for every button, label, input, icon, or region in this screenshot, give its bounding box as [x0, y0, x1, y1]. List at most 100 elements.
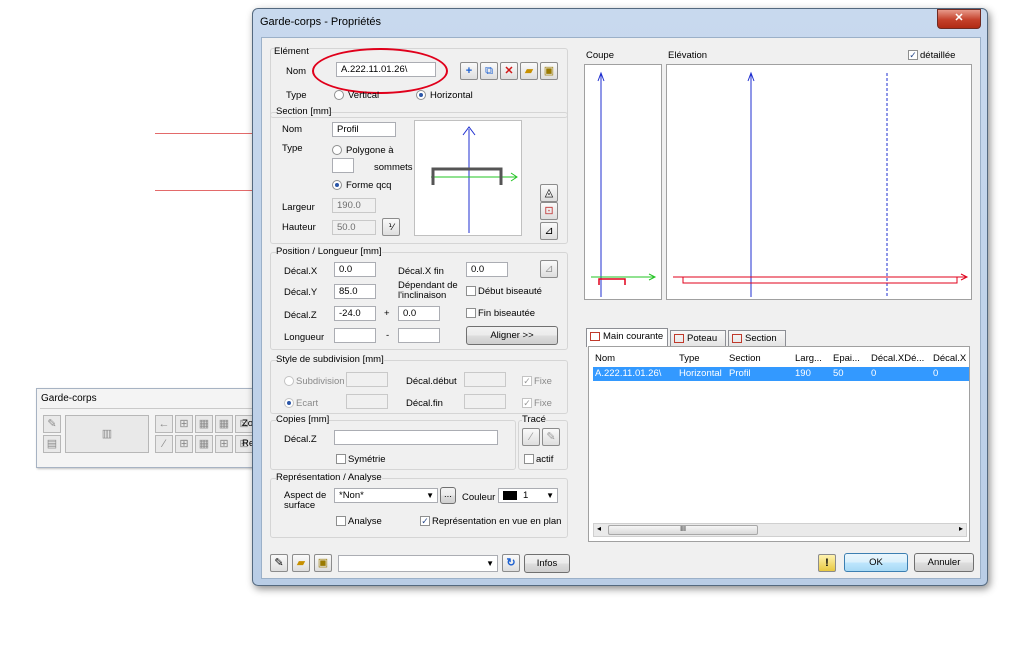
- forme-radio[interactable]: [332, 180, 342, 190]
- favorites-select[interactable]: ▼: [338, 555, 498, 572]
- infos-button[interactable]: Infos: [524, 554, 570, 573]
- copy-icon[interactable]: ⧉: [480, 62, 498, 80]
- railing-icon-6[interactable]: ⁄: [155, 435, 173, 453]
- tab-section[interactable]: Section: [728, 330, 786, 347]
- detaillee-checkbox[interactable]: ✓: [908, 50, 918, 60]
- railing-icon-9[interactable]: ⊞: [215, 435, 233, 453]
- type-vertical-radio[interactable]: [334, 90, 344, 100]
- scroll-left-icon[interactable]: ◂: [597, 524, 601, 533]
- table-row[interactable]: A.222.11.01.26\ Horizontal Profil 190 50…: [593, 367, 969, 381]
- pipette-icon[interactable]: ✎: [43, 415, 61, 433]
- fixe-fin-checkbox[interactable]: ✓: [522, 398, 532, 408]
- subdivision-input[interactable]: [346, 372, 388, 387]
- plan-label: Représentation en vue en plan: [432, 516, 562, 527]
- ok-button[interactable]: OK: [844, 553, 908, 572]
- open-folder-icon[interactable]: ▰: [520, 62, 538, 80]
- section-preview: [414, 120, 522, 236]
- decal-fin-input[interactable]: [464, 394, 506, 409]
- polygon-radio[interactable]: [332, 145, 342, 155]
- decal-z-extra-input[interactable]: 0.0: [398, 306, 440, 321]
- column-header-nom[interactable]: Nom: [595, 353, 615, 364]
- longueur-input[interactable]: [334, 328, 376, 343]
- add-icon[interactable]: +: [460, 62, 478, 80]
- open-folder-icon[interactable]: ▰: [292, 554, 310, 572]
- highlight-circle: [312, 48, 448, 94]
- position-tool-icon[interactable]: ⊿: [540, 260, 558, 278]
- section-tab-icon: [732, 334, 742, 343]
- save-icon[interactable]: ▣: [540, 62, 558, 80]
- actif-checkbox[interactable]: [524, 454, 534, 464]
- elevation-label: Elévation: [668, 50, 708, 61]
- scroll-right-icon[interactable]: ▸: [959, 524, 963, 533]
- railing-icon-3[interactable]: ▦: [215, 415, 233, 433]
- railing-large-icon[interactable]: ▥: [65, 415, 149, 453]
- railing-icon-7[interactable]: ⊞: [175, 435, 193, 453]
- column-header-epaisseur[interactable]: Epai...: [833, 353, 860, 364]
- refresh-icon[interactable]: ↻: [502, 554, 520, 572]
- trace-pen-icon[interactable]: ✎: [542, 428, 560, 446]
- section-edit-icon[interactable]: ⅟: [382, 218, 400, 236]
- info-icon[interactable]: !: [818, 554, 836, 572]
- scroll-grip: III: [680, 526, 686, 533]
- railing-icon-1[interactable]: ⊞: [175, 415, 193, 433]
- plan-checkbox[interactable]: ✓: [420, 516, 430, 526]
- tab-section-label: Section: [745, 333, 777, 344]
- tab-main-courante[interactable]: Main courante: [586, 328, 668, 347]
- dependant-label-2: l'inclinaison: [398, 290, 447, 301]
- actif-label: actif: [536, 454, 554, 465]
- subdivision-radio[interactable]: [284, 376, 294, 386]
- trace-pick-icon[interactable]: ⁄: [522, 428, 540, 446]
- type-vertical-label: Vertical: [348, 90, 380, 101]
- decal-debut-input[interactable]: [464, 372, 506, 387]
- folder-icon[interactable]: ▤: [43, 435, 61, 453]
- railing-icon-2[interactable]: ▦: [195, 415, 213, 433]
- debut-biseaute-checkbox[interactable]: [466, 286, 476, 296]
- section-tool-icon[interactable]: ⊿: [540, 222, 558, 240]
- horizontal-scrollbar[interactable]: ◂ III ▸: [593, 523, 967, 537]
- annuler-button[interactable]: Annuler: [914, 553, 974, 572]
- pipette-icon[interactable]: ✎: [270, 554, 288, 572]
- coupe-view: [584, 64, 662, 300]
- copies-decal-z-input[interactable]: [334, 430, 498, 445]
- decal-z-input[interactable]: -24.0: [334, 306, 376, 321]
- fixe-debut-checkbox[interactable]: ✓: [522, 376, 532, 386]
- aligner-button[interactable]: Aligner >>: [466, 326, 558, 345]
- couleur-select[interactable]: 1 ▼: [498, 488, 558, 503]
- column-header-section[interactable]: Section: [729, 353, 761, 364]
- section-nom-input[interactable]: Profil: [332, 122, 396, 137]
- save-icon[interactable]: ▣: [314, 554, 332, 572]
- railing-icon-8[interactable]: ▦: [195, 435, 213, 453]
- ecart-radio[interactable]: [284, 398, 294, 408]
- section-import-icon[interactable]: ⊡: [540, 202, 558, 220]
- scroll-thumb[interactable]: III: [608, 525, 758, 535]
- fin-biseautee-checkbox[interactable]: [466, 308, 476, 318]
- decal-y-input[interactable]: 85.0: [334, 284, 376, 299]
- railing-tab-icon: [590, 332, 600, 341]
- delete-icon[interactable]: ✕: [500, 62, 518, 80]
- column-header-type[interactable]: Type: [679, 353, 700, 364]
- decal-x-fin-input[interactable]: 0.0: [466, 262, 508, 277]
- longueur-extra-input[interactable]: [398, 328, 440, 343]
- decal-x-input[interactable]: 0.0: [334, 262, 376, 277]
- column-header-decal-x-debut[interactable]: Décal.XDé...: [871, 353, 924, 364]
- mirror-icon[interactable]: ◬: [540, 184, 558, 202]
- aspect-select[interactable]: *Non* ▼: [334, 488, 438, 503]
- trace-group-label: Tracé: [522, 414, 546, 425]
- arrow-left-icon[interactable]: ←: [155, 415, 173, 433]
- dialog-title: Garde-corps - Propriétés: [260, 16, 382, 28]
- type-horizontal-radio[interactable]: [416, 90, 426, 100]
- section-nom-label: Nom: [282, 124, 303, 135]
- column-header-decal-x[interactable]: Décal.X: [933, 353, 966, 364]
- symetrie-checkbox[interactable]: [336, 454, 346, 464]
- column-header-largeur[interactable]: Larg...: [795, 353, 822, 364]
- largeur-input[interactable]: 190.0: [332, 198, 376, 213]
- hauteur-input[interactable]: 50.0: [332, 220, 376, 235]
- close-icon[interactable]: ✕: [937, 9, 981, 29]
- analyse-checkbox[interactable]: [336, 516, 346, 526]
- ecart-input[interactable]: [346, 394, 388, 409]
- aspect-browse-button[interactable]: ...: [440, 487, 456, 504]
- representation-group-label: Représentation / Analyse: [276, 472, 382, 483]
- sommets-input[interactable]: [332, 158, 354, 173]
- tab-poteau[interactable]: Poteau: [670, 330, 726, 347]
- cell-decal-x-debut: 0: [871, 368, 877, 379]
